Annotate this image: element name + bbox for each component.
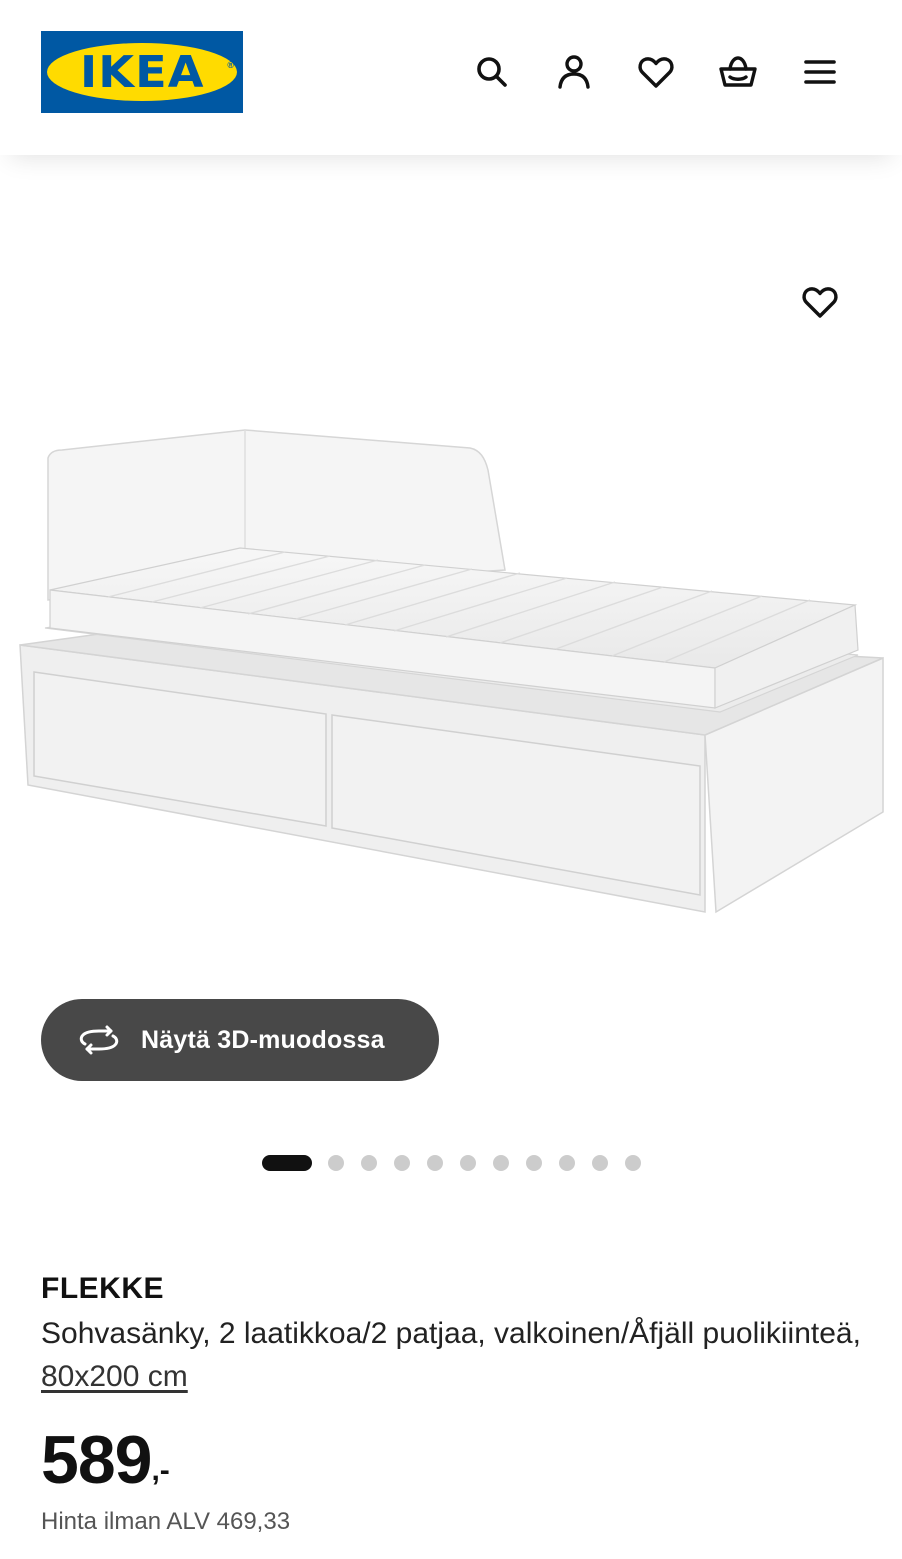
pagination-dot[interactable]	[460, 1155, 476, 1171]
rotate-3d-icon	[79, 1025, 119, 1055]
price-amount: 589	[41, 1422, 152, 1498]
price-without-vat: Hinta ilman ALV 469,33	[41, 1508, 291, 1535]
gallery-pagination	[262, 1155, 658, 1171]
product-price: 589 ,-	[41, 1420, 170, 1500]
heart-icon[interactable]	[634, 50, 678, 94]
pagination-dot-active[interactable]	[262, 1155, 312, 1171]
basket-icon[interactable]	[716, 50, 760, 94]
pagination-dot[interactable]	[625, 1155, 641, 1171]
pagination-dot[interactable]	[328, 1155, 344, 1171]
pagination-dot[interactable]	[526, 1155, 542, 1171]
pagination-dot[interactable]	[592, 1155, 608, 1171]
pagination-dot[interactable]	[361, 1155, 377, 1171]
product-image-daybed[interactable]	[0, 400, 902, 1000]
menu-icon[interactable]	[798, 50, 842, 94]
pagination-dot[interactable]	[394, 1155, 410, 1171]
ikea-logo[interactable]: IKEA ®	[41, 31, 243, 113]
site-header: IKEA ®	[0, 0, 902, 155]
user-icon[interactable]	[552, 50, 596, 94]
heart-icon	[802, 287, 838, 318]
pagination-dot[interactable]	[427, 1155, 443, 1171]
logo-oval: IKEA ®	[47, 43, 237, 101]
product-brand: FLEKKE	[41, 1272, 164, 1305]
logo-registered-mark: ®	[227, 60, 234, 70]
add-to-favourites-button[interactable]	[798, 280, 842, 324]
product-description: Sohvasänky, 2 laatikkoa/2 patjaa, valkoi…	[41, 1312, 861, 1398]
product-description-text: Sohvasänky, 2 laatikkoa/2 patjaa, valkoi…	[41, 1317, 861, 1350]
pagination-dot[interactable]	[493, 1155, 509, 1171]
search-icon[interactable]	[470, 50, 514, 94]
product-size-link[interactable]: 80x200 cm	[41, 1360, 188, 1393]
view-3d-button[interactable]: Näytä 3D-muodossa	[41, 999, 439, 1081]
price-suffix: ,-	[151, 1454, 170, 1487]
view-3d-label: Näytä 3D-muodossa	[141, 1025, 385, 1054]
logo-text: IKEA	[79, 46, 205, 98]
pagination-dot[interactable]	[559, 1155, 575, 1171]
